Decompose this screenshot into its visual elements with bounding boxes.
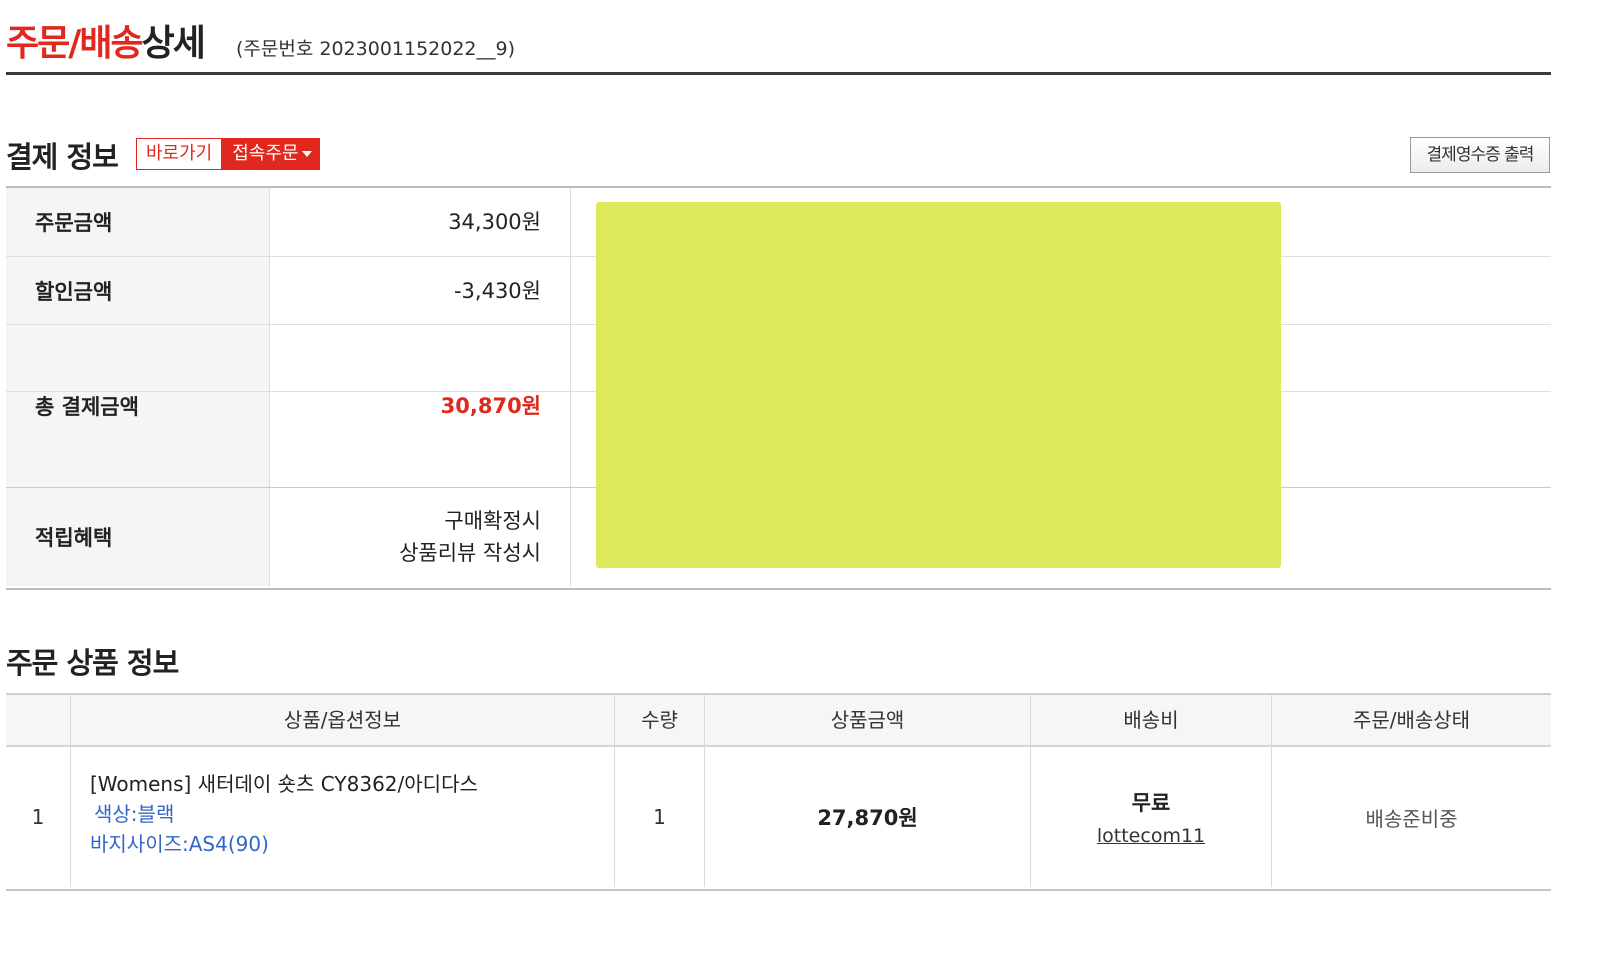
payment-label: 할인금액 — [6, 257, 270, 324]
shortcut-group: 바로가기 접속주문 — [136, 138, 320, 170]
option-color: 색상:블랙 — [94, 802, 175, 826]
page-header: 주문/배송상세 (주문번호 2023001152022__9) — [6, 10, 1551, 75]
quantity-value: 1 — [653, 805, 666, 829]
payment-label: 총 결제금액 — [6, 325, 270, 487]
page-title-accent: 주문/배송 — [6, 23, 144, 64]
product-price: 27,870원 — [817, 806, 918, 830]
caret-down-icon — [301, 151, 312, 157]
points-line-2: 상품리뷰 작성시 — [399, 541, 541, 565]
row-number: 1 — [6, 747, 70, 887]
shortcut-dropdown-label: 접속주문 — [232, 143, 299, 164]
shortcut-dropdown-button[interactable]: 접속주문 — [222, 138, 320, 170]
product-name[interactable]: [Womens] 새터데이 숏츠 CY8362/아디다스 — [90, 769, 478, 799]
page-title-rest: 상세 — [141, 23, 206, 64]
payment-label: 주문금액 — [6, 188, 270, 256]
shipping-fee: 무료 — [1131, 791, 1171, 815]
redacted-area — [596, 202, 1281, 568]
discount-value: -3,430원 — [453, 278, 541, 303]
shortcut-label: 바로가기 — [136, 138, 223, 170]
product-info: [Womens] 새터데이 숏츠 CY8362/아디다스 색상:블랙 바지사이즈… — [90, 769, 478, 859]
payment-value: 구매확정시 상품리뷰 작성시 — [271, 488, 571, 586]
payment-value: 30,870원 — [271, 325, 571, 487]
column-header: 주문/배송상태 — [1352, 708, 1471, 732]
products-table-header: 상품/옵션정보 수량 상품금액 배송비 주문/배송상태 — [6, 695, 1551, 747]
column-header: 배송비 — [1123, 708, 1179, 732]
status-cell: 배송준비중 — [1272, 747, 1551, 887]
total-amount-value: 30,870원 — [440, 394, 541, 418]
column-header: 상품금액 — [830, 708, 905, 732]
order-status: 배송준비중 — [1365, 806, 1458, 831]
quantity-cell: 1 — [615, 747, 704, 887]
column-divider — [70, 695, 71, 887]
products-table: 상품/옵션정보 수량 상품금액 배송비 주문/배송상태 1 [Womens] 새… — [6, 693, 1551, 891]
row-number-value: 1 — [31, 805, 45, 829]
payment-value: 34,300원 — [271, 188, 571, 256]
seller-link[interactable]: lottecom11 — [1097, 825, 1205, 847]
payment-label: 적립혜택 — [6, 488, 270, 586]
points-line-1: 구매확정시 — [444, 509, 541, 533]
shipping-cell: 무료 lottecom11 — [1031, 747, 1271, 887]
payment-section-title: 결제 정보 — [6, 140, 119, 174]
column-header: 수량 — [641, 708, 678, 732]
price-cell: 27,870원 — [705, 747, 1030, 887]
column-header: 상품/옵션정보 — [283, 708, 402, 732]
page-title: 주문/배송상세 — [6, 14, 206, 66]
order-amount-value: 34,300원 — [448, 210, 541, 234]
print-receipt-button[interactable]: 결제영수증 출력 — [1410, 137, 1550, 173]
order-number: (주문번호 2023001152022__9) — [236, 38, 516, 60]
option-size: 바지사이즈:AS4(90) — [90, 832, 269, 856]
products-section-title: 주문 상품 정보 — [6, 646, 179, 680]
payment-value: -3,430원 — [271, 257, 571, 324]
